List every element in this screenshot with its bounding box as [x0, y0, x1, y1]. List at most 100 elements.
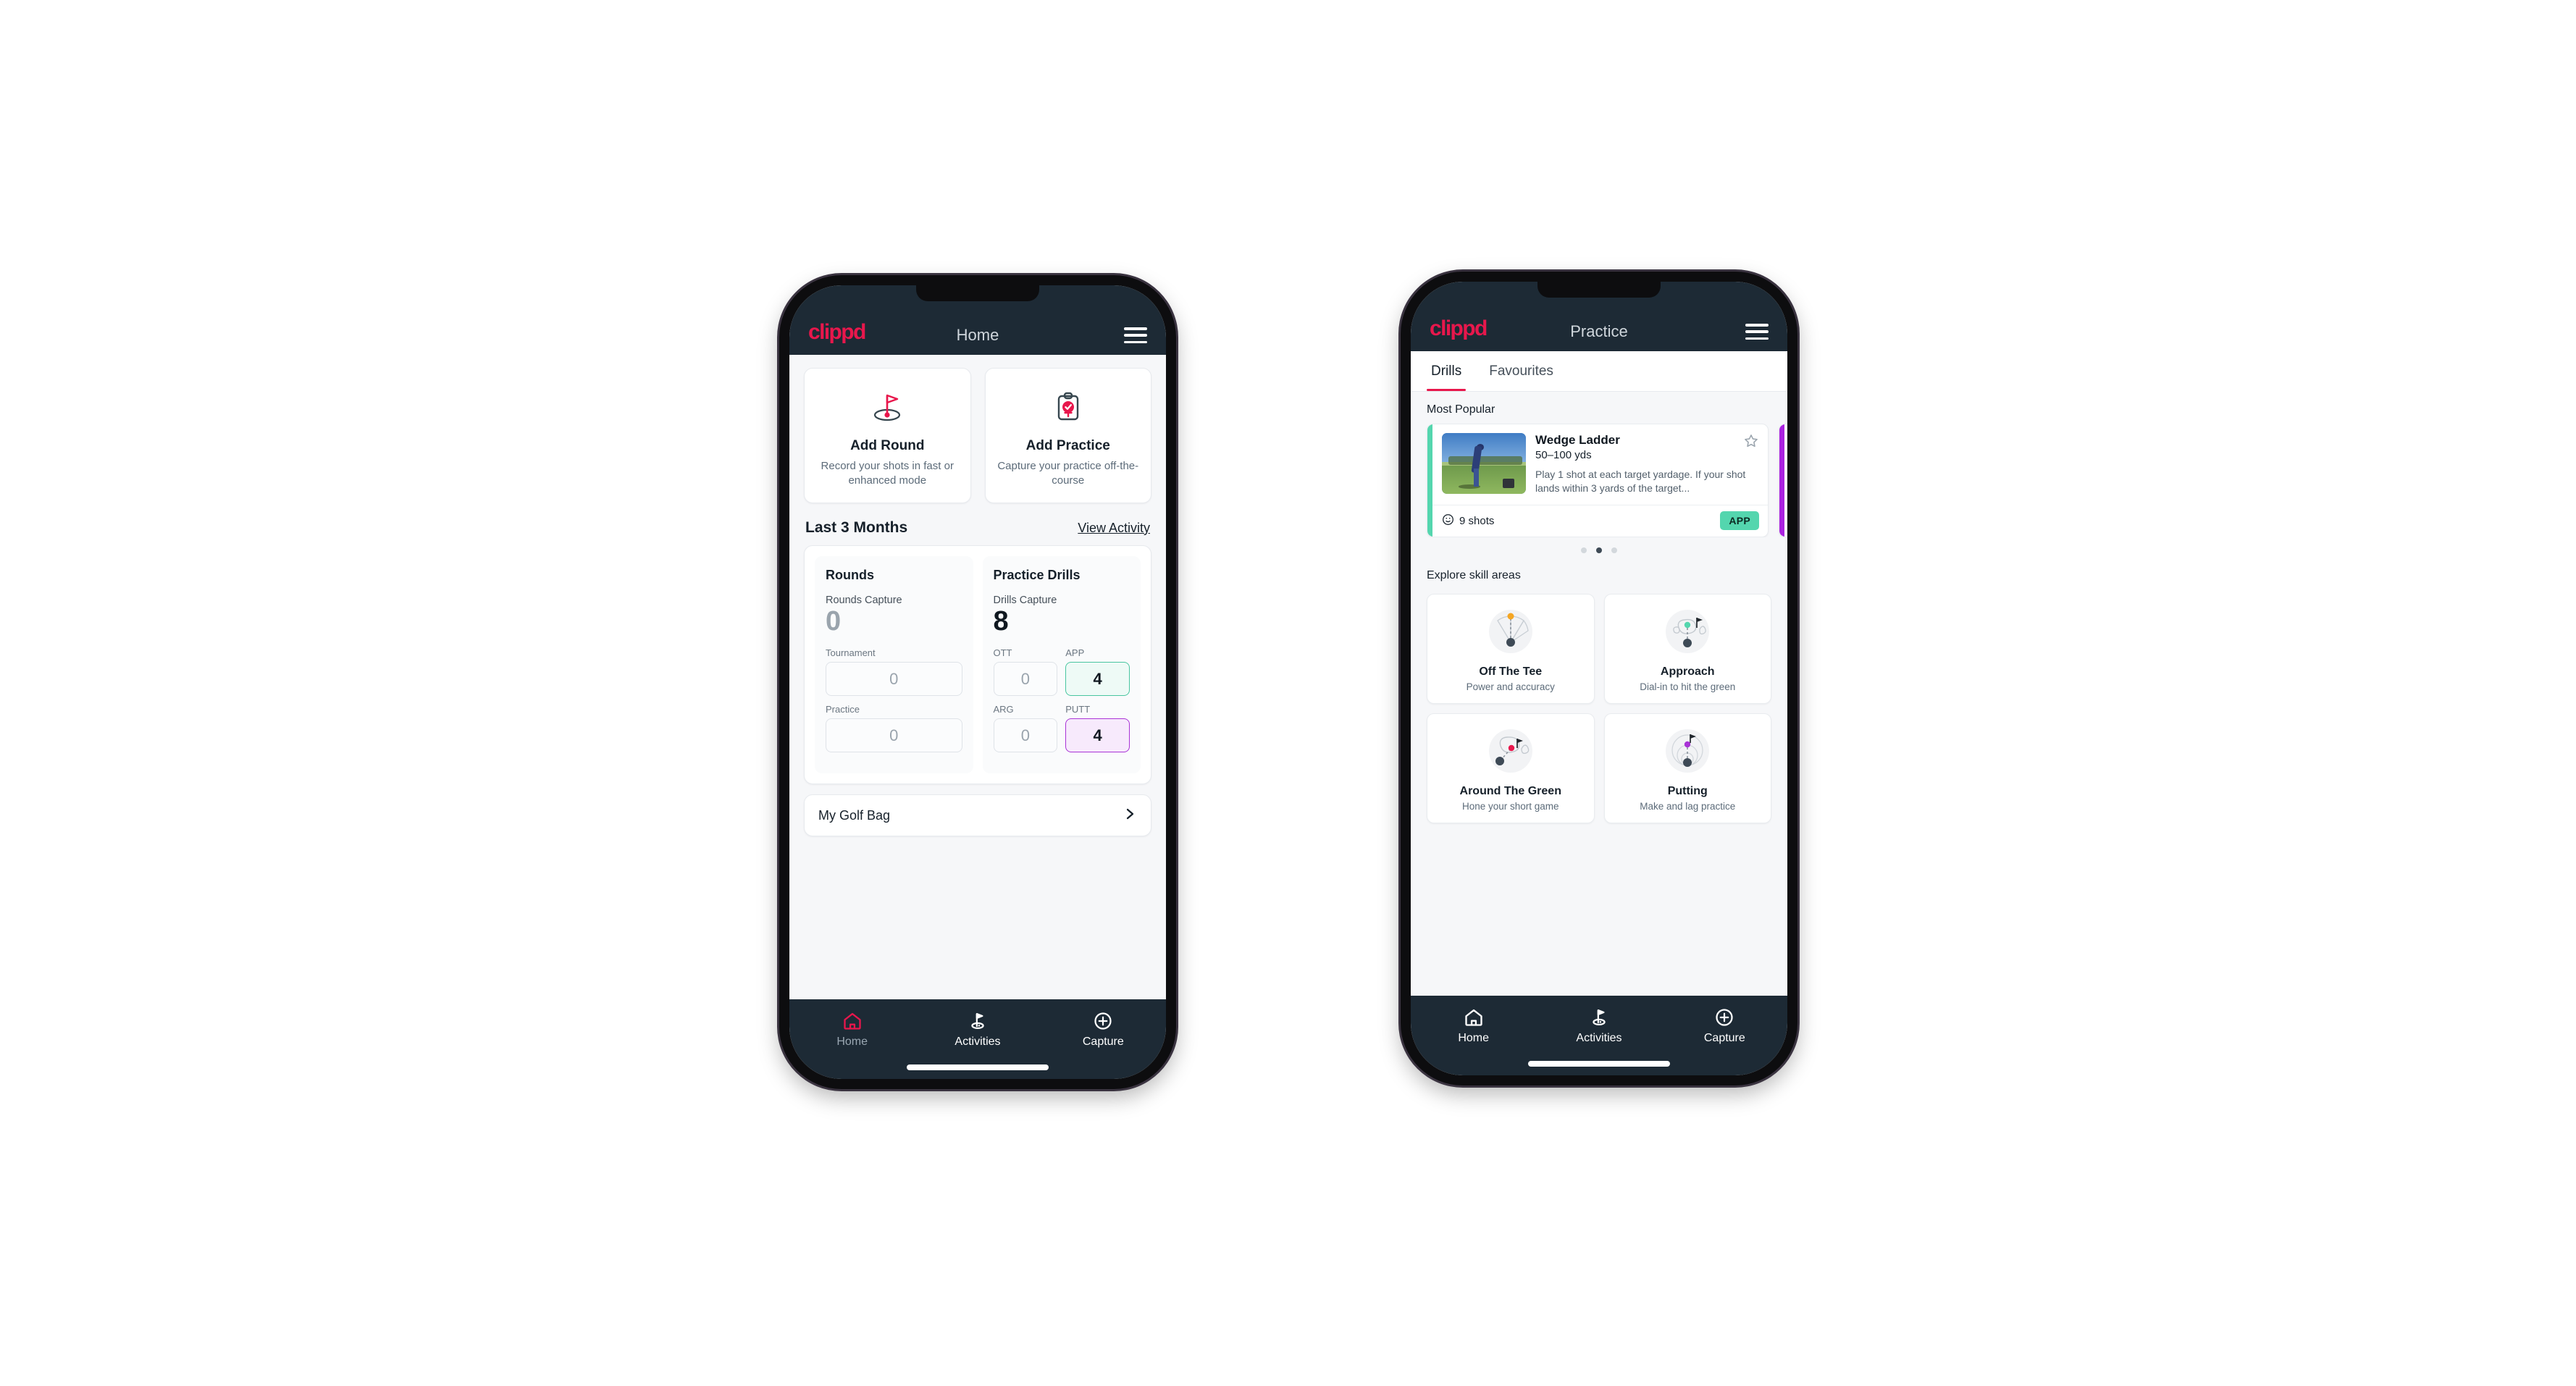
nav-label-activities: Activities [955, 1036, 1001, 1048]
practice-tabs: Drills Favourites [1411, 351, 1787, 392]
drill-shots-label: 9 shots [1459, 514, 1495, 527]
drill-title-row: Wedge Ladder 50–100 yds [1535, 433, 1759, 461]
my-golf-bag-row[interactable]: My Golf Bag [804, 794, 1151, 837]
ott-label: OTT [993, 647, 1012, 659]
drill-card-next-peek[interactable] [1779, 424, 1787, 538]
clipboard-check-icon [993, 385, 1144, 429]
drill-card-wedge-ladder[interactable]: Wedge Ladder 50–100 yds Play 1 shot at e… [1427, 424, 1769, 538]
golf-flag-icon [1593, 1009, 1606, 1026]
home-icon [1464, 1009, 1482, 1026]
notch [1537, 282, 1661, 298]
drill-accent-bar [1427, 424, 1432, 537]
home-body: Add Round Record your shots in fast or e… [789, 355, 1166, 999]
nav-label-activities: Activities [1576, 1032, 1622, 1044]
rounds-title: Rounds [826, 567, 874, 582]
pager-dot[interactable] [1611, 547, 1617, 554]
practice-value-box[interactable]: 0 [826, 718, 962, 753]
pager-dot-active[interactable] [1596, 547, 1602, 554]
drill-accent-bar [1779, 424, 1784, 537]
drill-title: Wedge Ladder [1535, 433, 1620, 447]
skill-card-off-the-tee[interactable]: Off The Tee Power and accuracy [1427, 594, 1595, 705]
section-title: Last 3 Months [805, 518, 908, 536]
skill-card-around-the-green[interactable]: Around The Green Hone your short game [1427, 713, 1595, 824]
star-outline-icon[interactable] [1737, 433, 1759, 453]
add-round-card[interactable]: Add Round Record your shots in fast or e… [804, 368, 971, 503]
drills-row-2: ARG 0 PUTT 4 [993, 704, 1130, 760]
drill-thumbnail [1442, 433, 1526, 494]
skill-title: Approach [1660, 665, 1715, 679]
arg-value-box[interactable]: 0 [993, 718, 1058, 753]
tab-drills[interactable]: Drills [1427, 351, 1467, 391]
hamburger-icon[interactable] [1745, 324, 1769, 340]
add-round-title: Add Round [850, 438, 925, 453]
skill-areas-grid: Off The Tee Power and accuracy Approach … [1411, 589, 1787, 824]
add-practice-card[interactable]: Add Practice Capture your practice off-t… [984, 368, 1151, 503]
clippd-logo[interactable]: clippd [1430, 318, 1488, 340]
plus-circle-icon [1094, 1012, 1112, 1030]
app-value-box[interactable]: 4 [1065, 662, 1130, 697]
nav-item-home[interactable]: Home [789, 1011, 915, 1048]
drill-shots: 9 shots [1442, 513, 1494, 529]
practice-drills-title: Practice Drills [993, 567, 1081, 582]
golf-flag-hole-icon [812, 385, 963, 429]
ott-value-box[interactable]: 0 [993, 662, 1058, 697]
skill-subtitle: Power and accuracy [1466, 681, 1555, 693]
practice-body: Most Popular Wedge Ladder 50–100 yds Pla… [1411, 392, 1787, 996]
nav-label-capture: Capture [1082, 1036, 1124, 1048]
drill-text-block: Wedge Ladder 50–100 yds Play 1 shot at e… [1535, 433, 1759, 496]
drill-card-inner [1784, 424, 1787, 537]
target-icon [1442, 513, 1454, 529]
app-label: APP [1065, 647, 1085, 659]
drill-card-top: Wedge Ladder 50–100 yds Play 1 shot at e… [1432, 424, 1768, 505]
skill-title: Off The Tee [1479, 665, 1543, 679]
plus-circle-icon [1716, 1009, 1733, 1026]
drills-capture-value: 8 [993, 605, 1009, 637]
practice-drills-column: Practice Drills Drills Capture 8 OTT 0 A… [982, 555, 1141, 774]
pager-dot[interactable] [1581, 547, 1587, 554]
app-field: APP 4 [1065, 647, 1130, 704]
nav-item-home[interactable]: Home [1411, 1007, 1536, 1044]
putt-value-box[interactable]: 4 [1065, 718, 1130, 753]
hamburger-icon[interactable] [1124, 327, 1147, 343]
my-golf-bag-label: My Golf Bag [818, 807, 891, 823]
practice-label: Practice [826, 704, 860, 715]
nav-label-capture: Capture [1703, 1032, 1745, 1044]
add-practice-subtitle: Capture your practice off-the-course [997, 460, 1139, 487]
putt-label: PUTT [1065, 704, 1091, 715]
tournament-label: Tournament [826, 647, 876, 659]
rounds-column: Rounds Rounds Capture 0 Tournament 0 Pra… [815, 555, 973, 774]
view-activity-link[interactable]: View Activity [1078, 521, 1150, 536]
drill-carousel[interactable]: Wedge Ladder 50–100 yds Play 1 shot at e… [1411, 424, 1787, 538]
home-screen: clippd Home Add Round Record your shots … [789, 285, 1166, 1079]
carousel-pager[interactable] [1411, 537, 1787, 558]
last-3-months-header: Last 3 Months View Activity [789, 503, 1166, 545]
putt-field: PUTT 4 [1065, 704, 1130, 760]
drills-capture-label: Drills Capture [993, 594, 1057, 606]
drill-description: Play 1 shot at each target yardage. If y… [1535, 468, 1746, 495]
golf-flag-icon [971, 1012, 984, 1030]
home-indicator [907, 1064, 1049, 1070]
arg-label: ARG [993, 704, 1014, 715]
nav-label-home: Home [836, 1036, 868, 1048]
practice-bottom-nav: Home Activities Capture [1411, 996, 1787, 1075]
practice-screen: clippd Practice Drills Favourites Most P… [1411, 282, 1787, 1075]
skill-card-approach[interactable]: Approach Dial-in to hit the green [1603, 594, 1771, 705]
home-bottom-nav: Home Activities Capture [789, 999, 1166, 1079]
clippd-logo[interactable]: clippd [808, 322, 866, 343]
add-practice-title: Add Practice [1025, 438, 1110, 453]
rounds-capture-value: 0 [826, 605, 842, 637]
skill-subtitle: Dial-in to hit the green [1640, 681, 1736, 693]
nav-item-capture[interactable]: Capture [1041, 1011, 1166, 1048]
drill-category-chip: APP [1720, 511, 1759, 531]
putting-rings-icon [1611, 723, 1766, 778]
phone-practice-mockup: clippd Practice Drills Favourites Most P… [1401, 272, 1797, 1085]
nav-item-activities[interactable]: Activities [1536, 1007, 1661, 1044]
explore-skill-areas-label: Explore skill areas [1427, 569, 1521, 582]
tab-favourites[interactable]: Favourites [1485, 351, 1558, 391]
skill-card-putting[interactable]: Putting Make and lag practice [1603, 713, 1771, 824]
notch [916, 285, 1039, 301]
tournament-value-box[interactable]: 0 [826, 662, 962, 697]
nav-item-capture[interactable]: Capture [1662, 1007, 1787, 1044]
nav-item-activities[interactable]: Activities [915, 1011, 1040, 1048]
skill-subtitle: Make and lag practice [1640, 801, 1736, 812]
